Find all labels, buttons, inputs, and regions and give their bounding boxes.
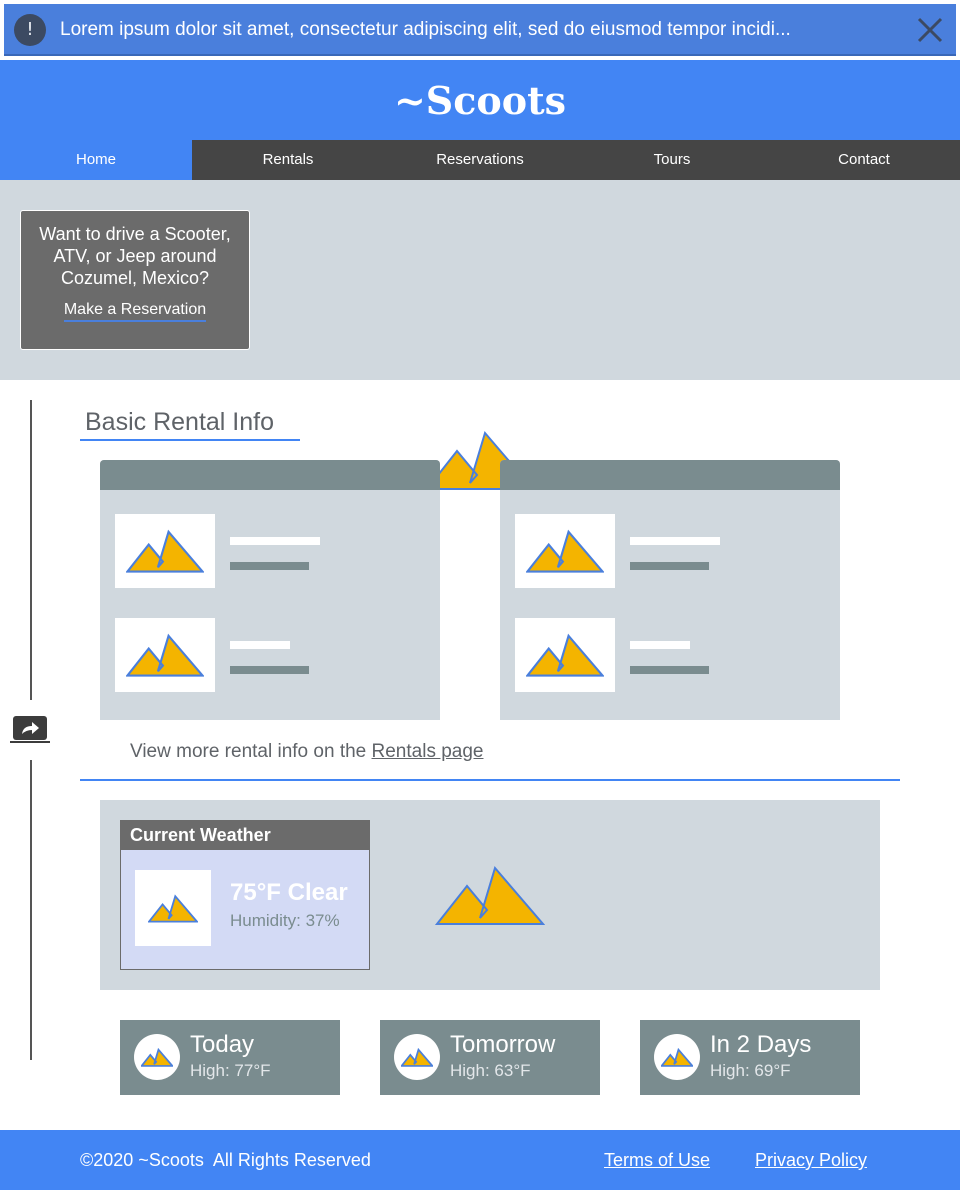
more-info-prefix: View more rental info on the — [130, 741, 372, 762]
weather-condition-icon — [661, 1048, 693, 1067]
forecast-icon-wrap — [394, 1034, 440, 1080]
close-icon[interactable] — [916, 16, 944, 44]
text-placeholder-bar — [230, 537, 320, 545]
rental-thumbnail[interactable] — [115, 514, 215, 588]
text-placeholder-bar — [630, 666, 709, 674]
rentals-page-link[interactable]: Rentals page — [372, 741, 484, 762]
image-placeholder-icon — [126, 633, 204, 677]
nav-item-reservations[interactable]: Reservations — [384, 140, 576, 180]
image-placeholder-icon — [126, 529, 204, 573]
rental-card — [500, 460, 840, 720]
forecast-high: High: 69°F — [710, 1061, 791, 1080]
forecast-card-tomorrow: Tomorrow High: 63°F — [380, 1020, 600, 1095]
rental-card — [100, 460, 440, 720]
weather-panel: Current Weather 75°F Clear Humidity: 37% — [100, 800, 880, 990]
current-weather-card: Current Weather 75°F Clear Humidity: 37% — [120, 820, 370, 970]
text-placeholder-bar — [630, 537, 720, 545]
site-title[interactable]: ~Scoots — [0, 78, 960, 123]
section-title: Basic Rental Info — [85, 408, 274, 436]
weather-condition-icon — [148, 894, 198, 923]
forecast-high: High: 63°F — [450, 1061, 531, 1080]
hero-card: Want to drive a Scooter, ATV, or Jeep ar… — [20, 210, 250, 350]
weather-thumbnail — [135, 870, 211, 946]
rental-thumbnail[interactable] — [115, 618, 215, 692]
banner-message: Lorem ipsum dolor sit amet, consectetur … — [60, 19, 791, 40]
text-placeholder-bar — [630, 641, 690, 649]
hero-question: Want to drive a Scooter, ATV, or Jeep ar… — [39, 224, 231, 288]
forecast-icon-wrap — [654, 1034, 700, 1080]
forecast-high: High: 77°F — [190, 1061, 271, 1080]
share-icon[interactable] — [10, 714, 50, 744]
weather-temperature: 75°F Clear — [230, 879, 348, 906]
image-placeholder-icon — [435, 865, 545, 925]
timeline-line — [30, 760, 32, 1060]
weather-humidity: Humidity: 37% — [230, 911, 340, 930]
hero-section: Want to drive a Scooter, ATV, or Jeep ar… — [0, 180, 960, 490]
rental-card-header — [100, 460, 440, 490]
rental-thumbnail[interactable] — [515, 618, 615, 692]
text-placeholder-bar — [230, 666, 309, 674]
text-placeholder-bar — [630, 562, 709, 570]
timeline-line — [30, 400, 32, 700]
nav-item-tours[interactable]: Tours — [576, 140, 768, 180]
image-placeholder-icon — [526, 529, 604, 573]
section-divider — [80, 779, 900, 781]
main-nav: Home Rentals Reservations Tours Contact — [0, 140, 960, 180]
text-placeholder-bar — [230, 641, 290, 649]
weather-card-title: Current Weather — [121, 821, 369, 850]
weather-condition-icon — [401, 1048, 433, 1067]
forecast-card-today: Today High: 77°F — [120, 1020, 340, 1095]
alert-icon: ! — [14, 14, 46, 46]
notification-banner: ! Lorem ipsum dolor sit amet, consectetu… — [4, 4, 956, 56]
site-footer: ©2020 ~Scoots All Rights Reserved Terms … — [0, 1130, 960, 1190]
weather-condition-icon — [141, 1048, 173, 1067]
text-placeholder-bar — [230, 562, 309, 570]
nav-item-home[interactable]: Home — [0, 140, 192, 180]
terms-of-use-link[interactable]: Terms of Use — [604, 1150, 710, 1171]
forecast-day: In 2 Days — [710, 1031, 812, 1058]
nav-item-rentals[interactable]: Rentals — [192, 140, 384, 180]
forecast-day: Today — [190, 1031, 255, 1058]
rental-card-header — [500, 460, 840, 490]
make-reservation-link[interactable]: Make a Reservation — [63, 301, 207, 322]
site-header: ~Scoots — [0, 60, 960, 140]
privacy-policy-link[interactable]: Privacy Policy — [755, 1150, 867, 1171]
forecast-day: Tomorrow — [450, 1031, 556, 1058]
rental-thumbnail[interactable] — [515, 514, 615, 588]
forecast-card-in-2-days: In 2 Days High: 69°F — [640, 1020, 860, 1095]
image-placeholder-icon — [526, 633, 604, 677]
section-underline — [80, 439, 300, 441]
copyright-text: ©2020 ~Scoots All Rights Reserved — [80, 1150, 371, 1170]
more-info-text: View more rental info on the Rentals pag… — [130, 741, 483, 763]
nav-item-contact[interactable]: Contact — [768, 140, 960, 180]
forecast-icon-wrap — [134, 1034, 180, 1080]
